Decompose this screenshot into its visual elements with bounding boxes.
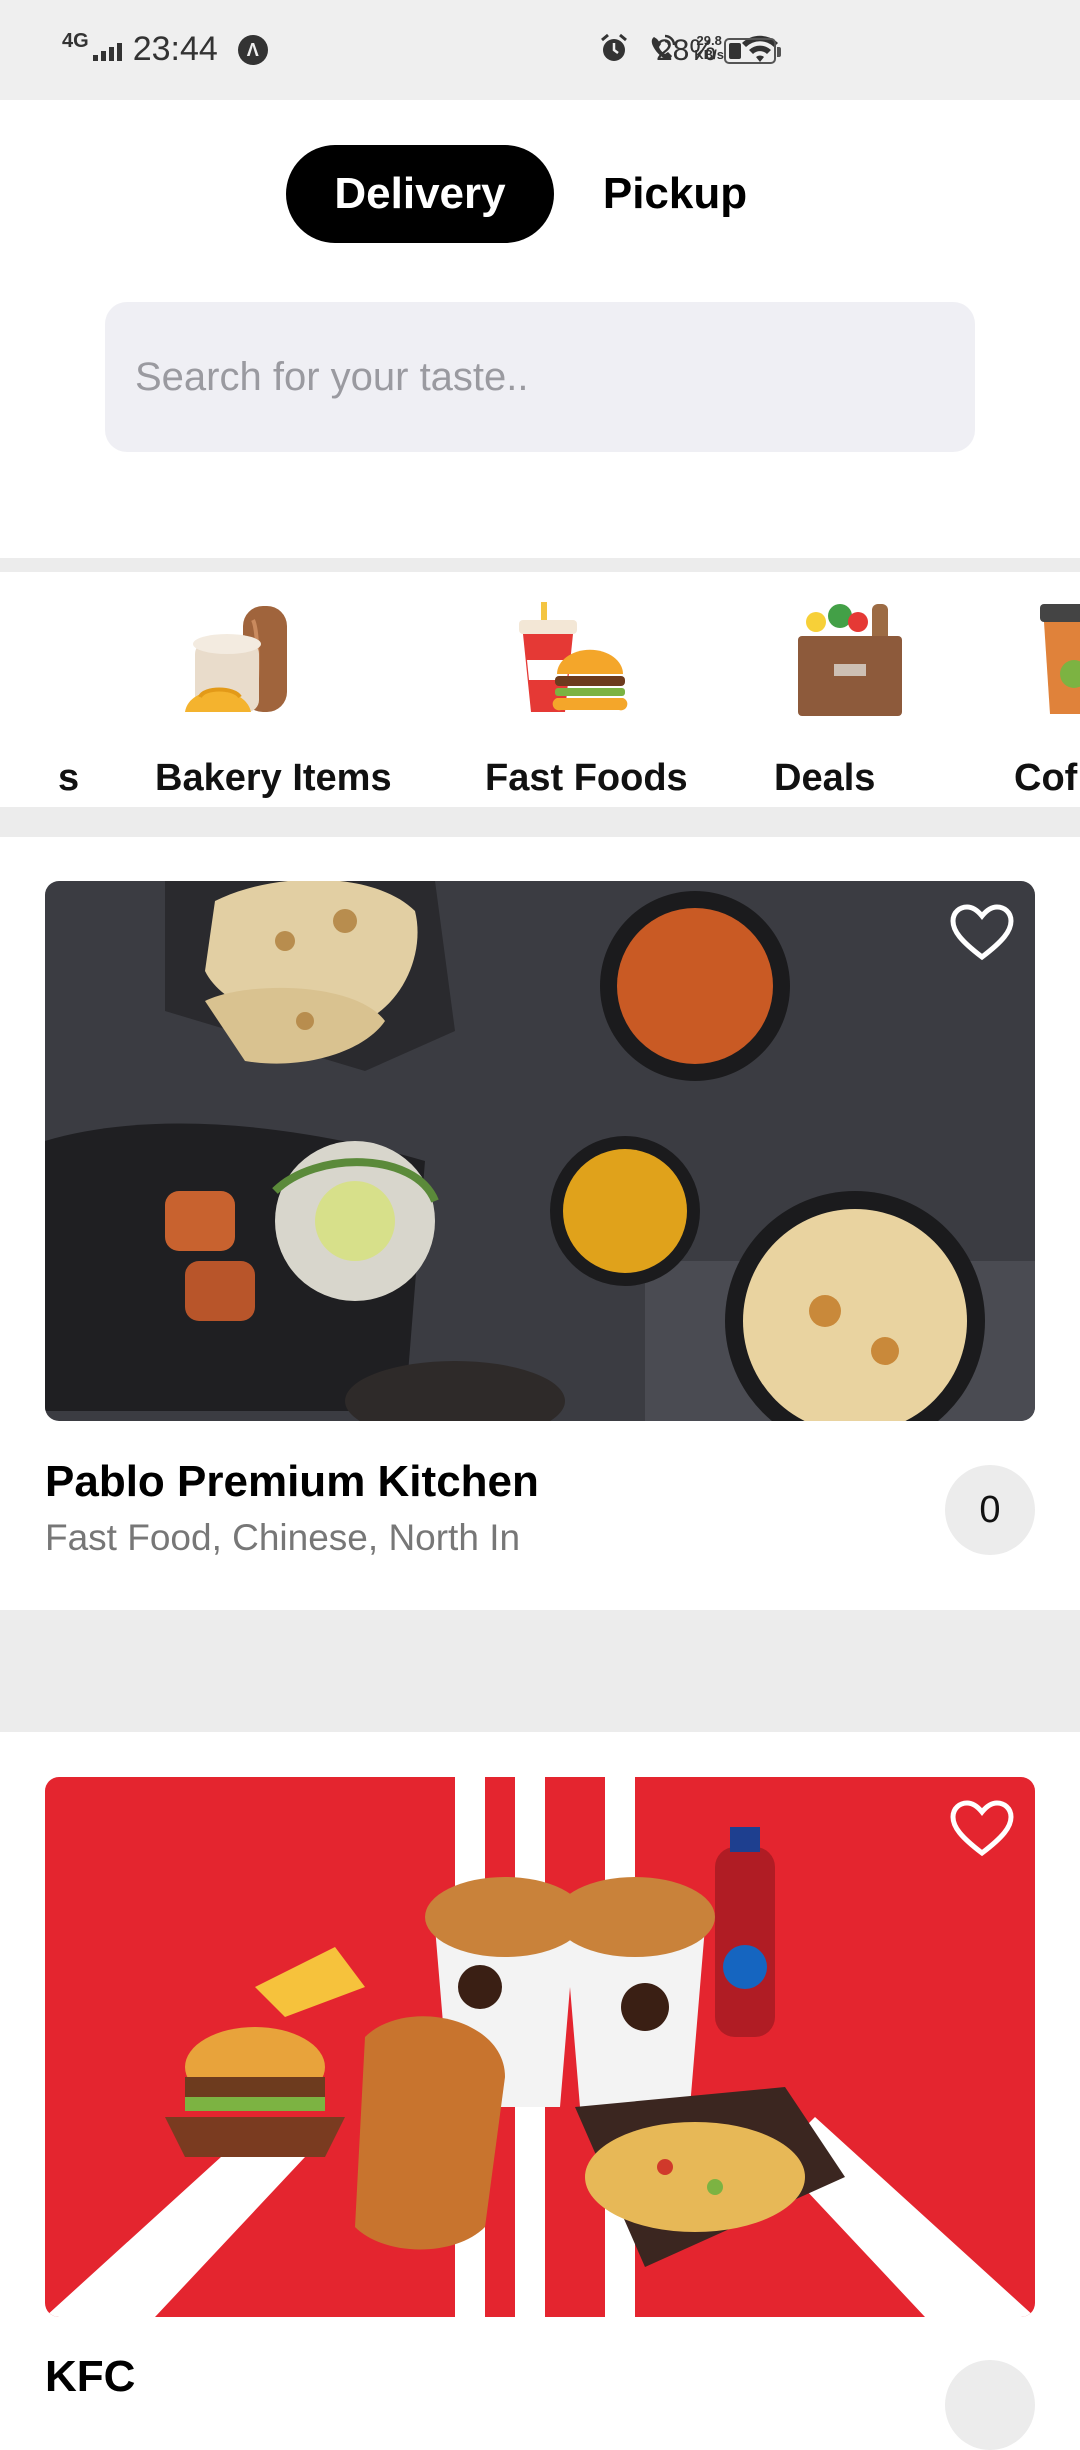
header-section: Delivery Pickup <box>0 100 1080 560</box>
restaurant-card[interactable]: KFC <box>0 1732 1080 2450</box>
category-carousel[interactable]: s Bakery Items Fast Foods Deals Cof <box>0 572 1080 807</box>
delivery-tab[interactable]: Delivery <box>286 145 554 243</box>
category-label: s <box>58 757 80 799</box>
search-input[interactable] <box>105 302 975 452</box>
restaurant-cuisines: Fast Food, Chinese, North In <box>45 1517 521 1558</box>
category-label: Bakery Items <box>155 757 392 799</box>
network-type: 4G <box>62 30 89 52</box>
restaurant-image <box>45 881 1035 1421</box>
battery-percent: 28% <box>656 34 717 67</box>
divider <box>0 558 1080 572</box>
cart-count-badge[interactable] <box>945 2360 1035 2450</box>
app-notification-icon: Λ <box>237 34 268 65</box>
cart-count-badge[interactable]: 0 <box>945 1465 1035 1555</box>
grocery-bag-icon <box>798 604 902 716</box>
alarm-icon <box>601 33 628 61</box>
status-time: 23:44 <box>132 30 218 68</box>
favorite-heart-icon[interactable] <box>949 1799 1015 1859</box>
coffee-cup-icon <box>1040 604 1080 714</box>
kfc-bucket-meal-image <box>45 1777 1035 2317</box>
divider <box>0 1610 1080 1732</box>
pickup-tab[interactable]: Pickup <box>580 145 770 243</box>
status-bar: 4G 23:44 Λ 29.8 KB/s 28% <box>0 0 1080 100</box>
category-label: Cof <box>1014 757 1078 799</box>
category-label: Deals <box>774 757 876 799</box>
restaurant-name: Pablo Premium Kitchen <box>45 1457 539 1506</box>
divider <box>0 807 1080 837</box>
battery-icon <box>724 38 781 64</box>
favorite-heart-icon[interactable] <box>949 903 1015 963</box>
restaurant-image <box>45 1777 1035 2317</box>
indian-food-spread-image <box>45 881 1035 1421</box>
category-label: Fast Foods <box>485 757 688 799</box>
restaurant-card[interactable]: Pablo Premium Kitchen Fast Food, Chinese… <box>0 837 1080 1610</box>
fast-food-icon <box>519 602 628 712</box>
signal-icon <box>92 39 125 61</box>
bakery-icon <box>185 606 287 712</box>
restaurant-name: KFC <box>45 2352 136 2401</box>
